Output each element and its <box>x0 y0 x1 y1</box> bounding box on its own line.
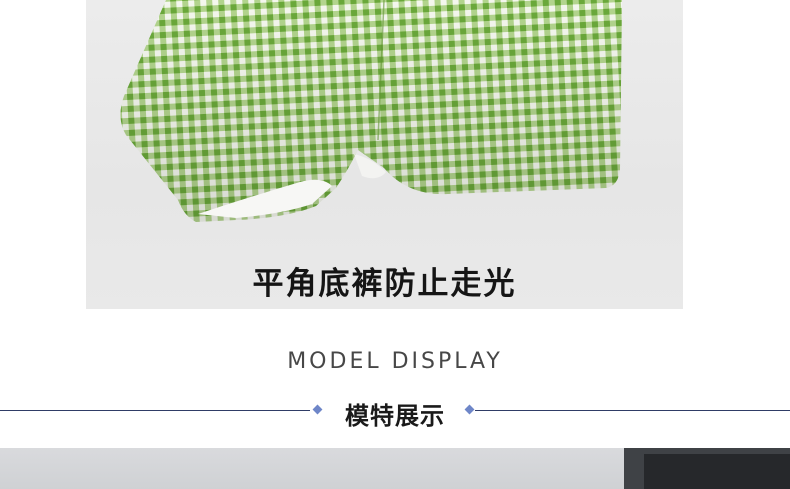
photo-caption: 平角底裤防止走光 <box>252 266 517 302</box>
section-title-cn: 模特展示 <box>345 402 445 430</box>
section-title-en: MODEL DISPLAY <box>287 349 503 374</box>
model-photo-preview <box>0 448 790 489</box>
product-photo: 平角底裤防止走光 <box>86 0 683 309</box>
photo-background-object <box>644 454 790 489</box>
